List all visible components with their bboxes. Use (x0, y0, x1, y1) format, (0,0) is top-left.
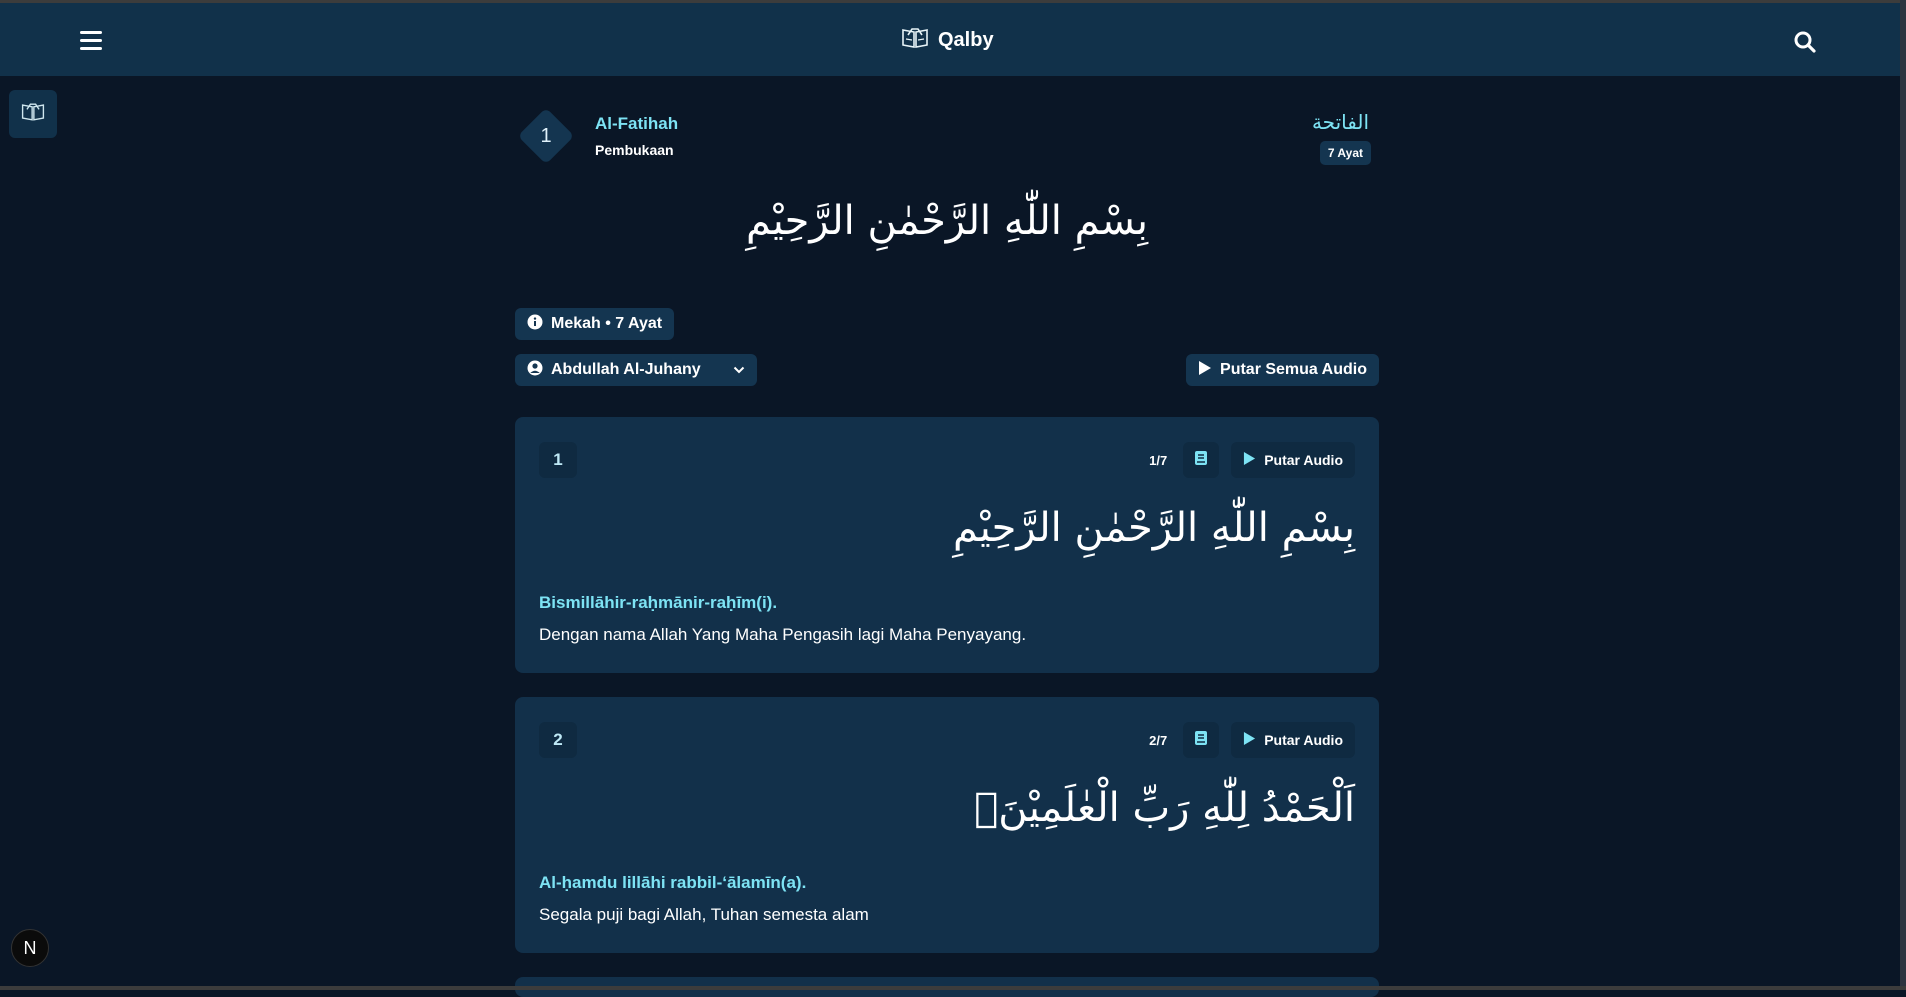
surah-number-badge: 1 (517, 107, 575, 165)
quran-book-icon (20, 101, 46, 128)
verse-translation: Dengan nama Allah Yang Maha Pengasih lag… (539, 625, 1027, 644)
menu-icon[interactable] (80, 31, 102, 51)
surah-arabic-name: الفاتحة (1311, 110, 1369, 134)
ayat-count-badge: 7 Ayat (1319, 141, 1371, 165)
play-audio-label: Putar Audio (1264, 452, 1343, 468)
chevron-down-icon (733, 361, 745, 379)
verse-controls: 2/7 Putar Audio (1149, 722, 1355, 758)
play-icon (1243, 731, 1256, 749)
book-icon (1194, 450, 1208, 471)
window-bottom-edge (0, 986, 1906, 990)
bismillah-heading: بِسْمِ اللّٰهِ الرَّحْمٰنِ الرَّحِيْمِ (745, 198, 1149, 244)
navbar: Qalby (0, 3, 1900, 76)
window-scrollbar[interactable] (1900, 0, 1906, 990)
verse-progress: 2/7 (1149, 732, 1168, 748)
tafsir-button[interactable] (1183, 442, 1220, 478)
surah-content: 1 Al-Fatihah Pembukaan الفاتحة 7 Ayat بِ… (515, 76, 1379, 997)
surah-number: 1 (540, 124, 552, 147)
quran-book-icon (900, 26, 930, 55)
book-icon (1194, 730, 1208, 751)
tafsir-button[interactable] (1183, 722, 1220, 758)
surah-meaning: Pembukaan (595, 142, 674, 158)
brand[interactable]: Qalby (900, 26, 994, 55)
reciter-name: Abdullah Al-Juhany (551, 361, 701, 378)
user-circle-icon (527, 360, 543, 381)
verse-number: 2 (539, 722, 577, 758)
dev-indicator-badge[interactable]: N (11, 929, 49, 967)
play-icon (1243, 451, 1256, 469)
verse-arabic-text: اَلْحَمْدُ لِلّٰهِ رَبِّ الْعٰلَمِيْنَۙ (974, 785, 1355, 831)
surah-header: 1 Al-Fatihah Pembukaan الفاتحة 7 Ayat (515, 76, 1379, 176)
play-icon (1198, 360, 1212, 381)
verse-translation: Segala puji bagi Allah, Tuhan semesta al… (539, 905, 869, 924)
info-icon (527, 314, 543, 335)
verse-card: 2 2/7 Putar Audio اَلْحَمْدُ لِلّٰهِ رَب… (515, 697, 1379, 953)
verse-arabic-text: بِسْمِ اللّٰهِ الرَّحْمٰنِ الرَّحِيْمِ (952, 505, 1355, 551)
verse-controls: 1/7 Putar Audio (1149, 442, 1355, 478)
surah-info-chip: Mekah • 7 Ayat (515, 308, 675, 340)
play-all-label: Putar Semua Audio (1220, 361, 1367, 378)
verse-transliteration: Bismillāhir-raḥmānir-raḥīm(i). (539, 593, 778, 612)
search-icon[interactable] (1793, 30, 1817, 54)
surah-info-text: Mekah • 7 Ayat (551, 315, 663, 332)
brand-name: Qalby (938, 29, 994, 51)
reciter-select[interactable]: Abdullah Al-Juhany (515, 354, 757, 386)
verse-transliteration: Al-ḥamdu lillāhi rabbil-‘ālamīn(a). (539, 873, 807, 892)
verse-number: 1 (539, 442, 577, 478)
verse-card: 1 1/7 Putar Audio بِسْمِ اللّٰهِ الرَّحْ… (515, 417, 1379, 673)
play-audio-label: Putar Audio (1264, 732, 1343, 748)
verse-progress: 1/7 (1149, 452, 1168, 468)
play-verse-audio-button[interactable]: Putar Audio (1231, 722, 1355, 758)
play-verse-audio-button[interactable]: Putar Audio (1231, 442, 1355, 478)
surah-latin-name: Al-Fatihah (595, 114, 679, 133)
play-all-audio-button[interactable]: Putar Semua Audio (1186, 354, 1379, 386)
sidebar-logo-button[interactable] (9, 90, 57, 138)
